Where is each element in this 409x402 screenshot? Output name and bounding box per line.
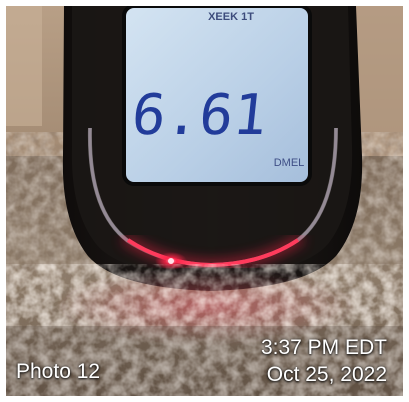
timestamp-time: 3:37 PM EDT <box>260 336 387 359</box>
lcd-brand-text: DMEL <box>274 157 305 169</box>
photo-label: Photo 12 <box>16 360 101 383</box>
timestamp-date: Oct 25, 2022 <box>266 363 387 386</box>
baseboard-left <box>6 6 42 126</box>
lcd-top-text: XEEK 1T <box>208 11 254 23</box>
photo-frame: XEEK 1T 6.61 DMEL Photo 12 3:37 PM EDT O… <box>0 0 409 402</box>
lcd-reading: 6.61 <box>129 83 271 148</box>
